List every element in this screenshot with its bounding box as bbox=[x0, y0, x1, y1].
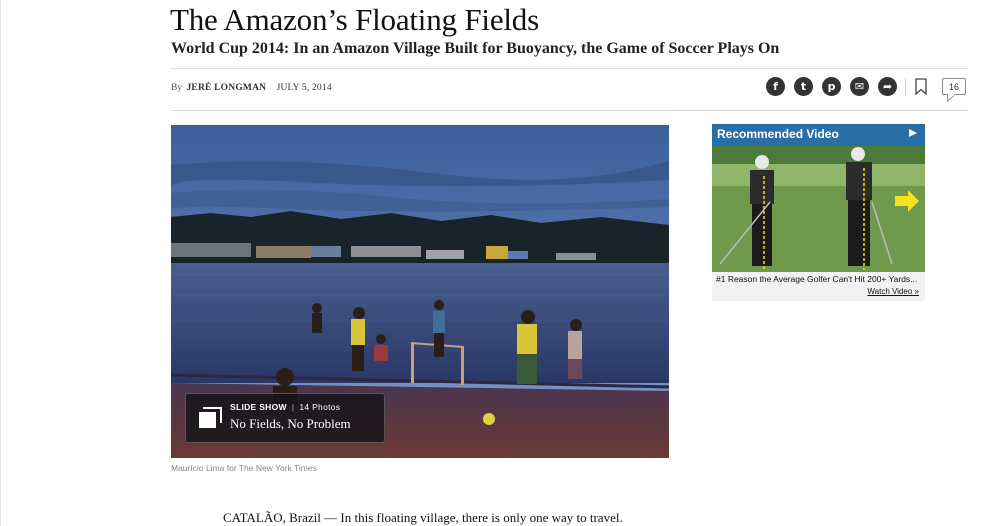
slideshow-meta: SLIDE SHOW | 14 Photos bbox=[230, 402, 341, 412]
comment-count: 16 bbox=[948, 81, 959, 92]
bookmark-icon[interactable] bbox=[915, 78, 927, 95]
publish-date: JULY 5, 2014 bbox=[276, 83, 332, 93]
comments-button[interactable]: 16 bbox=[942, 78, 966, 95]
ad-header: Recommended Video bbox=[712, 124, 925, 146]
article-headline: The Amazon’s Floating Fields bbox=[170, 2, 539, 37]
lead-photo[interactable]: SLIDE SHOW | 14 Photos No Fields, No Probl… bbox=[171, 125, 669, 458]
ad-cta-bar: #1 Reason the Average Golfer Can't Hit 2… bbox=[712, 272, 925, 301]
slideshow-label: SLIDE SHOW bbox=[230, 402, 287, 412]
left-edge-rule bbox=[0, 0, 1, 526]
slideshow-icon bbox=[199, 407, 222, 428]
header-divider-top bbox=[171, 68, 968, 69]
share-tools: f t p ✉ ➦ bbox=[766, 77, 927, 96]
pinterest-icon[interactable]: p bbox=[822, 77, 841, 96]
twitter-icon[interactable]: t bbox=[794, 77, 813, 96]
byline: By JERÉ LONGMAN JULY 5, 2014 bbox=[171, 83, 332, 93]
email-icon[interactable]: ✉ bbox=[850, 77, 869, 96]
share-icon[interactable]: ➦ bbox=[878, 77, 897, 96]
header-divider-bottom bbox=[171, 110, 968, 111]
photo-count: 14 Photos bbox=[299, 402, 341, 412]
recommended-video-ad[interactable]: Recommended Video #1 Reason the Average … bbox=[712, 124, 925, 301]
byline-prefix: By bbox=[171, 83, 183, 93]
article-summary: World Cup 2014: In an Amazon Village Bui… bbox=[171, 40, 780, 57]
slideshow-title: No Fields, No Problem bbox=[230, 416, 351, 431]
facebook-icon[interactable]: f bbox=[766, 77, 785, 96]
ad-title: Recommended Video bbox=[717, 127, 839, 141]
watch-video-link[interactable]: Watch Video » bbox=[867, 287, 919, 296]
share-separator bbox=[905, 77, 906, 96]
author-link[interactable]: JERÉ LONGMAN bbox=[186, 83, 266, 93]
photo-credit: Maurício Lima for The New York Times bbox=[171, 463, 317, 473]
article-body-first-line: CATALÃO, Brazil — In this floating villa… bbox=[223, 510, 623, 525]
ad-cta-text: #1 Reason the Average Golfer Can't Hit 2… bbox=[716, 274, 918, 284]
ad-choices-icon[interactable] bbox=[908, 128, 918, 138]
slideshow-badge[interactable]: SLIDE SHOW | 14 Photos No Fields, No Probl… bbox=[185, 393, 385, 443]
